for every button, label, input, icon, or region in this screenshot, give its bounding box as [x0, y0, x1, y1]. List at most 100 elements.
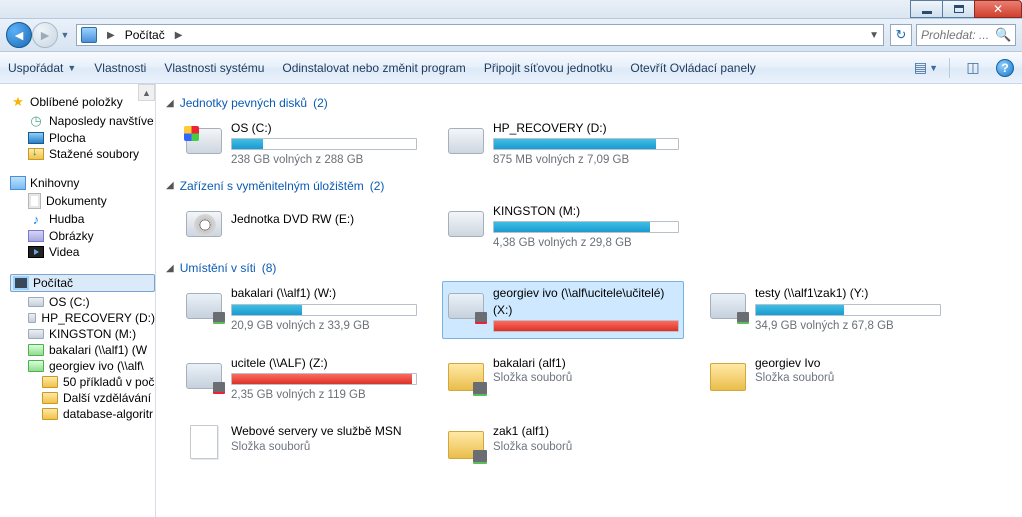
- search-input[interactable]: [921, 28, 991, 42]
- capacity-bar: [493, 320, 679, 332]
- back-button[interactable]: ◄: [6, 22, 32, 48]
- drive-x-item[interactable]: georgiev ivo (\\alf\: [10, 358, 155, 374]
- network-folder-icon: [448, 363, 484, 391]
- drive-c-item[interactable]: OS (C:): [10, 294, 155, 310]
- drive-tile-m[interactable]: KINGSTON (M:) 4,38 GB volných z 29,8 GB: [442, 199, 684, 256]
- recent-label: Naposledy navštíve: [49, 114, 154, 128]
- network-drive-icon: [186, 293, 222, 319]
- subfolder-2[interactable]: Další vzdělávání: [10, 390, 155, 406]
- refresh-button[interactable]: ↻: [890, 24, 912, 46]
- titlebar: ✕: [0, 0, 1022, 18]
- group-hdd-count: (2): [313, 96, 328, 110]
- desktop-item[interactable]: Plocha: [10, 130, 155, 146]
- drive-d-item[interactable]: HP_RECOVERY (D:): [10, 310, 155, 326]
- drive-tile-y[interactable]: testy (\\alf1\zak1) (Y:) 34,9 GB volných…: [704, 281, 946, 338]
- drive-tile-dvd[interactable]: Jednotka DVD RW (E:): [180, 199, 422, 256]
- organize-label: Uspořádat: [8, 61, 63, 75]
- refresh-icon: ↻: [896, 27, 907, 43]
- libraries-group[interactable]: Knihovny: [10, 176, 155, 190]
- videos-item[interactable]: Videa: [10, 244, 155, 260]
- group-rem-count: (2): [370, 179, 385, 193]
- history-dropdown[interactable]: ▼: [58, 22, 72, 48]
- group-header-removable[interactable]: ◢ Zařízení s vyměnitelným úložištěm (2): [166, 179, 1012, 193]
- chevron-right-icon[interactable]: ▶: [171, 30, 187, 41]
- system-properties-button[interactable]: Vlastnosti systému: [164, 61, 264, 75]
- favorites-group[interactable]: ★Oblíbené položky: [10, 94, 155, 110]
- address-bar[interactable]: ▶ Počítač ▶ ▼: [76, 24, 884, 46]
- music-item[interactable]: ♪Hudba: [10, 210, 155, 228]
- desktop-label: Plocha: [49, 131, 86, 145]
- map-drive-button[interactable]: Připojit síťovou jednotku: [484, 61, 613, 75]
- drive-tile-x[interactable]: georgiev ivo (\\alf\ucitele\učitelé) (X:…: [442, 281, 684, 338]
- documents-item[interactable]: Dokumenty: [10, 192, 155, 210]
- usb-drive-icon: [448, 211, 484, 237]
- breadcrumb[interactable]: ▶ Počítač ▶: [81, 27, 186, 43]
- drive-d-free: 875 MB volných z 7,09 GB: [493, 153, 679, 169]
- drive-tile-w[interactable]: bakalari (\\alf1) (W:) 20,9 GB volných z…: [180, 281, 422, 338]
- group-net-label: Umístění v síti: [180, 261, 256, 275]
- capacity-bar: [493, 221, 679, 233]
- recent-item[interactable]: ◷Naposledy navštíve: [10, 112, 155, 130]
- collapse-icon: ◢: [166, 263, 174, 274]
- folder-icon: [42, 376, 58, 388]
- drive-m-item[interactable]: KINGSTON (M:): [10, 326, 155, 342]
- properties-button[interactable]: Vlastnosti: [94, 61, 146, 75]
- group-header-network[interactable]: ◢ Umístění v síti (8): [166, 261, 1012, 275]
- subfolder-3-label: database-algoritr: [63, 407, 153, 421]
- video-icon: [28, 246, 44, 258]
- group-header-hdd[interactable]: ◢ Jednotky pevných disků (2): [166, 96, 1012, 110]
- videos-label: Videa: [49, 245, 79, 259]
- drive-m-name: KINGSTON (M:): [493, 203, 679, 219]
- collapse-icon: ◢: [166, 98, 174, 109]
- breadcrumb-computer[interactable]: Počítač: [125, 28, 165, 42]
- drive-icon: [28, 313, 36, 323]
- chevron-right-icon[interactable]: ▶: [103, 30, 119, 41]
- minimize-button[interactable]: [910, 0, 942, 18]
- network-drive-icon: [710, 293, 746, 319]
- folder-tile-zak1[interactable]: zak1 (alf1) Složka souborů: [442, 419, 684, 465]
- drive-icon: [28, 329, 44, 339]
- drive-w-name: bakalari (\\alf1) (W:): [231, 285, 417, 301]
- subfolder-3[interactable]: database-algoritr: [10, 406, 155, 422]
- forward-button[interactable]: ►: [32, 22, 58, 48]
- folder-icon: [42, 408, 58, 420]
- view-mode-button[interactable]: ▤▼: [917, 59, 935, 77]
- address-dropdown-icon[interactable]: ▼: [869, 30, 879, 41]
- control-panel-button[interactable]: Otevřít Ovládací panely: [630, 61, 755, 75]
- drive-tile-c[interactable]: OS (C:) 238 GB volných z 288 GB: [180, 116, 422, 173]
- os-drive-icon: [186, 128, 222, 154]
- folder-bak-name: bakalari (alf1): [493, 355, 679, 371]
- pictures-item[interactable]: Obrázky: [10, 228, 155, 244]
- maximize-button[interactable]: [942, 0, 974, 18]
- nav-row: ◄ ► ▼ ▶ Počítač ▶ ▼ ↻ 🔍: [0, 18, 1022, 52]
- star-icon: ★: [10, 94, 26, 110]
- toolbar: Uspořádat▼ Vlastnosti Vlastnosti systému…: [0, 52, 1022, 84]
- drive-c-name: OS (C:): [231, 120, 417, 136]
- organize-button[interactable]: Uspořádat▼: [8, 61, 76, 75]
- folder-geo-kind: Složka souborů: [755, 371, 941, 387]
- desktop-icon: [28, 132, 44, 144]
- folder-tile-bakalari[interactable]: bakalari (alf1) Složka souborů: [442, 351, 684, 408]
- subfolder-2-label: Další vzdělávání: [63, 391, 151, 405]
- drive-c-label: OS (C:): [49, 295, 90, 309]
- preview-pane-button[interactable]: ◫: [964, 59, 982, 77]
- drive-w-item[interactable]: bakalari (\\alf1) (W: [10, 342, 155, 358]
- folder-tile-georgiev[interactable]: georgiev Ivo Složka souborů: [704, 351, 946, 408]
- close-button[interactable]: ✕: [974, 0, 1022, 18]
- group-net-count: (8): [262, 261, 277, 275]
- help-button[interactable]: ?: [996, 59, 1014, 77]
- navigation-pane: ▲ ★Oblíbené položky ◷Naposledy navštíve …: [0, 84, 156, 517]
- uninstall-button[interactable]: Odinstalovat nebo změnit program: [282, 61, 465, 75]
- drive-tile-z[interactable]: ucitele (\\ALF) (Z:) 2,35 GB volných z 1…: [180, 351, 422, 408]
- computer-label: Počítač: [33, 276, 73, 290]
- capacity-bar: [493, 138, 679, 150]
- downloads-item[interactable]: Stažené soubory: [10, 146, 155, 162]
- subfolder-1[interactable]: 50 příkladů v poč: [10, 374, 155, 390]
- capacity-bar: [231, 304, 417, 316]
- folder-tile-msn[interactable]: Webové servery ve službě MSN Složka soub…: [180, 419, 422, 465]
- computer-group[interactable]: Počítač: [10, 274, 155, 292]
- drive-tile-d[interactable]: HP_RECOVERY (D:) 875 MB volných z 7,09 G…: [442, 116, 684, 173]
- folder-msn-name: Webové servery ve službě MSN: [231, 423, 417, 439]
- scroll-up-button[interactable]: ▲: [138, 84, 155, 101]
- search-box[interactable]: 🔍: [916, 24, 1016, 46]
